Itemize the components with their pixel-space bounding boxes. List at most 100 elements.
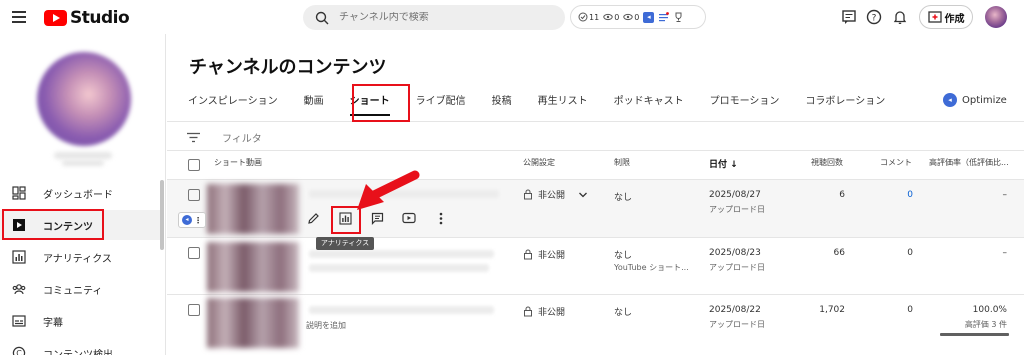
youtube-play-icon[interactable] (400, 209, 418, 227)
comments-value[interactable]: 0 (867, 190, 913, 200)
copyright-icon: C (12, 346, 26, 355)
sidebar-item-copyright[interactable]: C コンテンツ検出 (0, 338, 160, 355)
restriction-value: なし (614, 193, 633, 203)
optimize-icon: ◂ (182, 215, 192, 225)
table-row[interactable]: 説明を追加 非公開 なし 2025/08/22 アップロード日 1,702 0 … (167, 295, 1024, 355)
col-header-comments[interactable]: コメント (880, 157, 912, 168)
col-header-likes[interactable]: 高評価率（低評価比... (929, 157, 1009, 168)
visibility-value: 非公開 (538, 191, 566, 201)
youtube-logo-icon (44, 10, 67, 26)
date-value: 2025/08/23 (709, 248, 761, 258)
comments-icon[interactable] (368, 209, 386, 227)
subtitles-icon (12, 315, 26, 327)
date-sub: アップロード日 (709, 205, 765, 214)
feedback-icon[interactable] (841, 9, 857, 25)
trophy-icon (675, 12, 682, 22)
tab-shorts[interactable]: ショート (349, 92, 390, 116)
optimize-badge-icon: ◂ (643, 11, 655, 23)
row-checkbox[interactable] (188, 304, 200, 316)
sidebar-item-label: ダッシュボード (43, 189, 113, 201)
channel-avatar[interactable] (37, 52, 131, 146)
row-checkbox[interactable] (188, 189, 200, 201)
table-row[interactable]: 非公開 なし YouTube ショート... 2025/08/23 アップロード… (167, 238, 1024, 295)
sidebar-item-analytics[interactable]: アナリティクス (0, 242, 160, 272)
visibility-value: 非公開 (538, 251, 566, 261)
likes-ratio-bar (940, 333, 1009, 336)
top-bar: Studio 11 0 0 ◂ ? 作成 (0, 0, 1024, 34)
filter-icon (187, 132, 200, 142)
analytics-icon[interactable] (336, 209, 354, 227)
studio-logo[interactable]: Studio (44, 8, 130, 28)
filter-bar[interactable]: フィルタ (187, 124, 262, 150)
views-value: 1,702 (819, 305, 845, 315)
channel-handle (62, 160, 104, 166)
tab-posts[interactable]: 投稿 (492, 92, 512, 116)
video-title[interactable] (309, 190, 499, 198)
more-options-icon[interactable] (432, 209, 450, 227)
sidebar-item-dashboard[interactable]: ダッシュボード (0, 178, 160, 208)
optimize-button[interactable]: ◂ Optimize (943, 93, 1007, 107)
row-checkbox[interactable] (188, 247, 200, 259)
eye-icon (623, 13, 633, 21)
tab-playlists[interactable]: 再生リスト (538, 92, 588, 116)
stat-value: 11 (589, 12, 600, 22)
account-avatar[interactable] (985, 6, 1007, 28)
community-icon (12, 284, 26, 295)
video-description (309, 264, 489, 272)
tab-podcasts[interactable]: ポッドキャスト (614, 92, 684, 116)
eye-icon (603, 13, 613, 21)
col-header-restriction[interactable]: 制限 (614, 157, 630, 168)
video-thumbnail[interactable] (207, 242, 299, 292)
views-value: 66 (833, 248, 845, 258)
date-value: 2025/08/27 (709, 190, 761, 200)
page-title: チャンネルのコンテンツ (189, 57, 387, 78)
logo-text: Studio (70, 8, 130, 28)
col-header-date[interactable]: 日付 ↓ (709, 157, 738, 170)
likes-sub: 高評価 3 件 (964, 320, 1007, 329)
help-icon[interactable]: ? (866, 9, 882, 25)
restriction-value: なし (614, 308, 633, 318)
chevron-down-icon (579, 192, 587, 197)
col-header-views[interactable]: 視聴回数 (811, 157, 843, 168)
tab-live[interactable]: ライブ配信 (416, 92, 466, 116)
visibility-status[interactable]: 非公開 (523, 305, 565, 318)
optimize-chip[interactable]: ◂ ⋮ (178, 212, 206, 228)
video-title[interactable] (309, 306, 494, 314)
video-thumbnail[interactable] (207, 184, 299, 234)
dashboard-icon (12, 186, 26, 200)
edit-icon[interactable] (304, 209, 322, 227)
sort-arrow-icon: ↓ (730, 160, 738, 170)
table-row[interactable]: 非公開 なし 2025/08/27 アップロード日 6 0 – (167, 180, 1024, 238)
date-header-label: 日付 (709, 160, 728, 170)
add-description-hint[interactable]: 説明を追加 (306, 320, 346, 331)
channel-stats[interactable]: 11 0 0 ◂ (570, 5, 706, 29)
col-header-video[interactable]: ショート動画 (214, 157, 262, 168)
video-thumbnail[interactable] (207, 298, 299, 348)
filter-label: フィルタ (222, 133, 262, 145)
tab-videos[interactable]: 動画 (304, 92, 324, 116)
sidebar-scrollbar[interactable] (160, 180, 164, 250)
bell-icon[interactable] (892, 9, 908, 25)
restriction-value: なし (614, 251, 633, 261)
sidebar-item-content[interactable]: コンテンツ (0, 210, 160, 240)
menu-icon[interactable] (12, 11, 26, 23)
sidebar-item-community[interactable]: コミュニティ (0, 274, 160, 304)
visibility-dropdown[interactable]: 非公開 (523, 188, 588, 201)
search-bar[interactable] (303, 5, 565, 30)
tab-promotions[interactable]: プロモーション (710, 92, 780, 116)
video-title[interactable] (309, 250, 494, 258)
visibility-status[interactable]: 非公開 (523, 248, 565, 261)
tab-collaborations[interactable]: コラボレーション (805, 92, 885, 116)
select-all-checkbox[interactable] (188, 159, 200, 171)
likes-value: 100.0% (972, 305, 1007, 315)
tab-inspiration[interactable]: インスピレーション (188, 92, 278, 116)
sidebar-item-subtitles[interactable]: 字幕 (0, 306, 160, 336)
search-input[interactable] (339, 12, 539, 23)
views-stat-2: 0 (623, 12, 639, 22)
content-tabs: インスピレーション 動画 ショート ライブ配信 投稿 再生リスト ポッドキャスト… (188, 92, 911, 122)
likes-value: – (1002, 248, 1008, 258)
create-button[interactable]: 作成 (919, 5, 973, 29)
likes-value: – (1002, 190, 1008, 200)
col-header-visibility[interactable]: 公開設定 (523, 157, 555, 168)
sidebar-item-label: コンテンツ (43, 221, 93, 233)
